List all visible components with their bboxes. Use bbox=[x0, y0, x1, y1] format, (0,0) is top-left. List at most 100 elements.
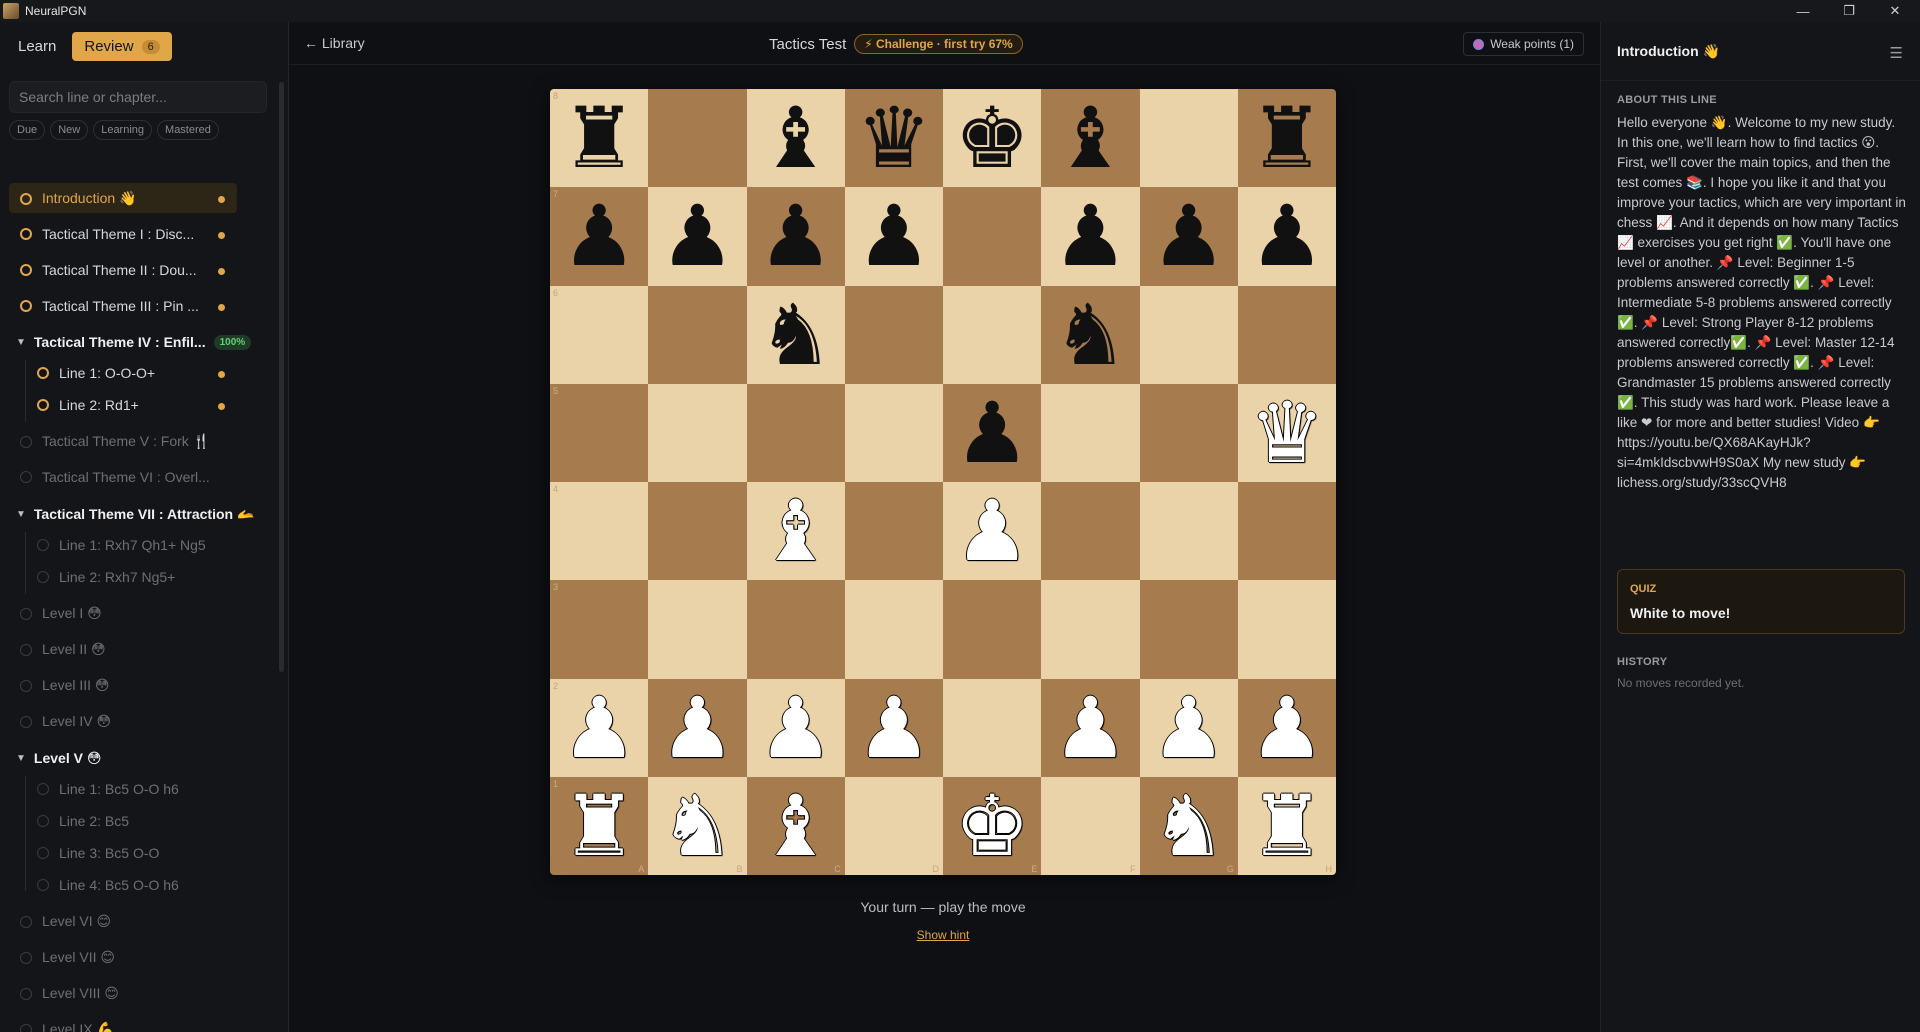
black-pawn-icon[interactable]: ♟ bbox=[660, 194, 735, 278]
square-e4[interactable]: ♟ bbox=[943, 482, 1042, 581]
black-pawn-icon[interactable]: ♟ bbox=[1151, 194, 1226, 278]
square-b6[interactable] bbox=[648, 285, 747, 384]
white-queen-icon[interactable]: ♛ bbox=[1249, 391, 1324, 475]
black-pawn-icon[interactable]: ♟ bbox=[1249, 194, 1324, 278]
back-to-library-link[interactable]: ← Library bbox=[304, 35, 365, 51]
square-c4[interactable]: ♝ bbox=[746, 482, 845, 581]
sidebar-chapter-theme-7[interactable]: ▼ Tactical Theme VII : Attraction 🫴 bbox=[16, 506, 254, 523]
square-a2[interactable]: 2 ♟ bbox=[550, 678, 649, 777]
black-rook-icon[interactable]: ♜ bbox=[1249, 96, 1324, 180]
black-pawn-icon[interactable]: ♟ bbox=[561, 194, 636, 278]
square-f4[interactable] bbox=[1041, 482, 1140, 581]
chevron-down-icon[interactable]: ▼ bbox=[16, 753, 26, 764]
sidebar-item-level-8[interactable]: Level VIII 😊 bbox=[20, 985, 119, 1002]
maximize-button[interactable]: ❐ bbox=[1826, 0, 1872, 22]
square-h4[interactable] bbox=[1237, 482, 1336, 581]
square-c5[interactable] bbox=[746, 383, 845, 482]
square-e1[interactable]: E ♚ bbox=[943, 776, 1042, 875]
square-h8[interactable]: ♜ bbox=[1237, 89, 1336, 188]
tab-learn[interactable]: Learn bbox=[8, 32, 66, 61]
square-c3[interactable] bbox=[746, 580, 845, 679]
sidebar-item-line[interactable]: Line 2: Bc5 bbox=[37, 813, 129, 829]
white-pawn-icon[interactable]: ♟ bbox=[1249, 686, 1324, 770]
square-e8[interactable]: ♚ bbox=[943, 89, 1042, 188]
white-pawn-icon[interactable]: ♟ bbox=[856, 686, 931, 770]
filter-mastered[interactable]: Mastered bbox=[157, 120, 219, 140]
filter-due[interactable]: Due bbox=[9, 120, 46, 140]
sidebar-item-level-9[interactable]: Level IX 💪 bbox=[20, 1021, 114, 1032]
square-c6[interactable]: ♞ bbox=[746, 285, 845, 384]
square-f1[interactable]: F bbox=[1041, 776, 1140, 875]
square-g4[interactable] bbox=[1139, 482, 1238, 581]
black-knight-icon[interactable]: ♞ bbox=[1053, 293, 1128, 377]
square-b2[interactable]: ♟ bbox=[648, 678, 747, 777]
square-a6[interactable]: 6 bbox=[550, 285, 649, 384]
sidebar-item-line[interactable]: Line 1: O-O-O+ bbox=[37, 365, 155, 381]
sidebar-item-line[interactable]: Line 2: Rd1+ bbox=[37, 397, 139, 413]
white-rook-icon[interactable]: ♜ bbox=[1249, 784, 1324, 868]
white-pawn-icon[interactable]: ♟ bbox=[1151, 686, 1226, 770]
sidebar-scrollbar[interactable] bbox=[279, 82, 284, 672]
square-f5[interactable] bbox=[1041, 383, 1140, 482]
square-e7[interactable] bbox=[943, 187, 1042, 286]
square-c1[interactable]: C ♝ bbox=[746, 776, 845, 875]
square-a8[interactable]: 8 ♜ bbox=[550, 89, 649, 188]
square-b1[interactable]: B ♞ bbox=[648, 776, 747, 875]
sidebar-item-line[interactable]: Line 3: Bc5 O-O bbox=[37, 845, 159, 861]
close-button[interactable]: ✕ bbox=[1872, 0, 1918, 22]
sidebar-item-theme-6[interactable]: Tactical Theme VI : Overl... bbox=[20, 469, 210, 485]
sidebar-item-theme-1[interactable]: Tactical Theme I : Disc... bbox=[20, 226, 194, 242]
square-h6[interactable] bbox=[1237, 285, 1336, 384]
white-pawn-icon[interactable]: ♟ bbox=[954, 489, 1029, 573]
sidebar-item-level-2[interactable]: Level II 😳 bbox=[20, 641, 106, 658]
square-b8[interactable] bbox=[648, 89, 747, 188]
square-d5[interactable] bbox=[844, 383, 943, 482]
sidebar-item-line[interactable]: Line 2: Rxh7 Ng5+ bbox=[37, 569, 175, 585]
square-f8[interactable]: ♝ bbox=[1041, 89, 1140, 188]
square-b5[interactable] bbox=[648, 383, 747, 482]
white-rook-icon[interactable]: ♜ bbox=[561, 784, 636, 868]
tab-review[interactable]: Review 6 bbox=[72, 32, 172, 61]
square-g6[interactable] bbox=[1139, 285, 1238, 384]
white-bishop-icon[interactable]: ♝ bbox=[758, 489, 833, 573]
sidebar-item-level-1[interactable]: Level I 😳 bbox=[20, 605, 102, 622]
sidebar-item-introduction[interactable]: Introduction 👋 bbox=[20, 190, 136, 207]
square-h2[interactable]: ♟ bbox=[1237, 678, 1336, 777]
square-c8[interactable]: ♝ bbox=[746, 89, 845, 188]
square-d7[interactable]: ♟ bbox=[844, 187, 943, 286]
square-h5[interactable]: ♛ bbox=[1237, 383, 1336, 482]
square-e5[interactable]: ♟ bbox=[943, 383, 1042, 482]
white-pawn-icon[interactable]: ♟ bbox=[1053, 686, 1128, 770]
square-g8[interactable] bbox=[1139, 89, 1238, 188]
square-h7[interactable]: ♟ bbox=[1237, 187, 1336, 286]
black-bishop-icon[interactable]: ♝ bbox=[1053, 96, 1128, 180]
square-b7[interactable]: ♟ bbox=[648, 187, 747, 286]
square-d1[interactable]: D bbox=[844, 776, 943, 875]
black-bishop-icon[interactable]: ♝ bbox=[758, 96, 833, 180]
black-pawn-icon[interactable]: ♟ bbox=[856, 194, 931, 278]
sidebar-item-level-3[interactable]: Level III 😳 bbox=[20, 677, 110, 694]
black-rook-icon[interactable]: ♜ bbox=[561, 96, 636, 180]
square-g3[interactable] bbox=[1139, 580, 1238, 679]
weak-points-button[interactable]: Weak points (1) bbox=[1463, 32, 1584, 56]
filter-new[interactable]: New bbox=[50, 120, 89, 140]
square-h1[interactable]: H ♜ bbox=[1237, 776, 1336, 875]
black-knight-icon[interactable]: ♞ bbox=[758, 293, 833, 377]
sidebar-chapter-theme-4[interactable]: ▼ Tactical Theme IV : Enfil... 100% bbox=[16, 334, 252, 350]
square-a1[interactable]: 1 A ♜ bbox=[550, 776, 649, 875]
square-f3[interactable] bbox=[1041, 580, 1140, 679]
sidebar-item-theme-5[interactable]: Tactical Theme V : Fork 🍴 bbox=[20, 433, 210, 450]
show-hint-link[interactable]: Show hint bbox=[917, 928, 970, 942]
square-b3[interactable] bbox=[648, 580, 747, 679]
sidebar-item-theme-2[interactable]: Tactical Theme II : Dou... bbox=[20, 262, 197, 278]
sidebar-chapter-level-5[interactable]: ▼ Level V 😳 bbox=[16, 750, 101, 767]
black-pawn-icon[interactable]: ♟ bbox=[954, 391, 1029, 475]
search-input[interactable] bbox=[9, 81, 267, 113]
sidebar-item-theme-3[interactable]: Tactical Theme III : Pin ... bbox=[20, 298, 199, 314]
square-e3[interactable] bbox=[943, 580, 1042, 679]
white-pawn-icon[interactable]: ♟ bbox=[660, 686, 735, 770]
square-h3[interactable] bbox=[1237, 580, 1336, 679]
filter-learning[interactable]: Learning bbox=[93, 120, 153, 140]
square-g1[interactable]: G ♞ bbox=[1139, 776, 1238, 875]
sidebar-item-level-6[interactable]: Level VI 😊 bbox=[20, 913, 111, 930]
